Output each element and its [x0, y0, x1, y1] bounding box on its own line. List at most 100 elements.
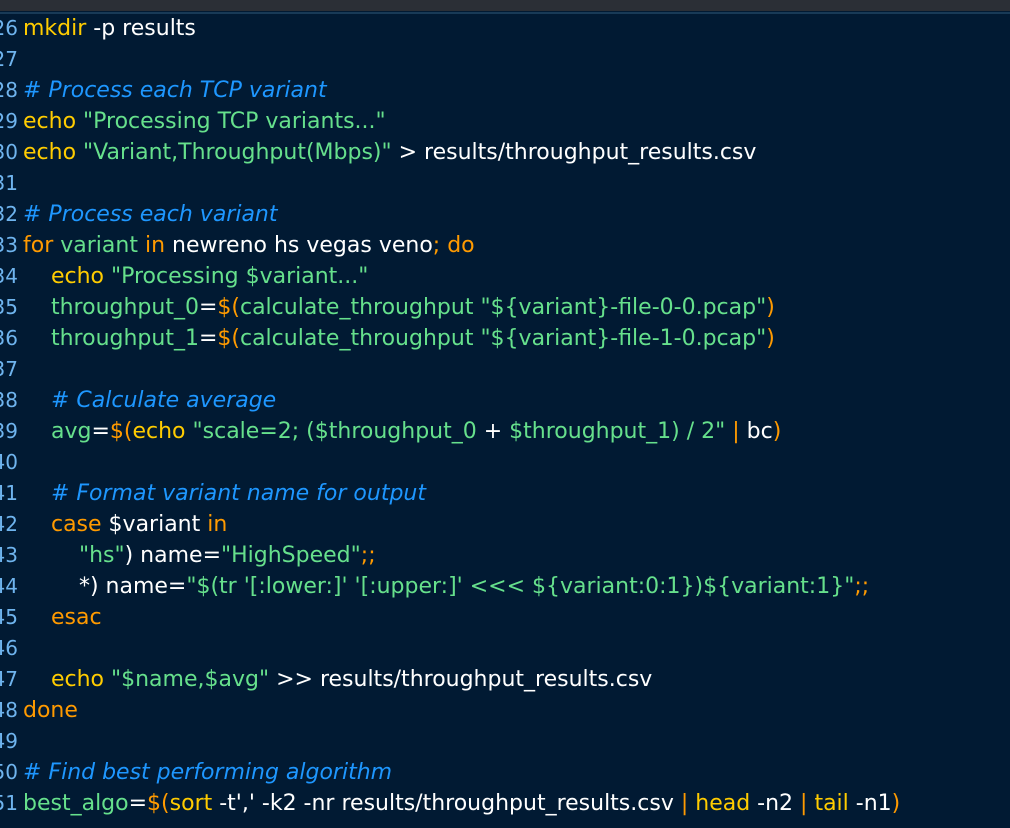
code-token: -p results: [86, 16, 196, 41]
code-text: # Format variant name for output: [23, 478, 426, 509]
code-token: # Process each variant: [23, 202, 278, 227]
code-text: throughput_1=$(calculate_throughput "${v…: [23, 323, 775, 354]
code-token: newreno hs vegas veno: [172, 233, 433, 258]
line-number: 40: [0, 450, 18, 474]
code-token: # Calculate average: [23, 388, 277, 413]
code-token: ): [766, 326, 775, 351]
line-number: 41: [0, 481, 18, 505]
code-text: # Process each variant: [23, 199, 278, 230]
code-token: |: [725, 419, 747, 444]
code-line[interactable]: 28# Process each TCP variant: [0, 75, 1010, 106]
code-line[interactable]: 31: [0, 168, 1010, 199]
code-token: in: [200, 512, 228, 537]
line-number: 29: [0, 109, 18, 133]
line-number: 44: [0, 574, 18, 598]
line-number: 47: [0, 667, 18, 691]
code-token: "Processing TCP variants...": [83, 109, 386, 134]
line-number: 35: [0, 295, 18, 319]
code-text: mkdir -p results: [23, 13, 196, 44]
code-text: # Find best performing algorithm: [23, 757, 392, 788]
code-token: ): [891, 791, 901, 816]
code-line[interactable]: 32# Process each variant: [0, 199, 1010, 230]
code-text: throughput_0=$(calculate_throughput "${v…: [23, 292, 775, 323]
code-token: ;;: [360, 543, 376, 568]
code-token: ) / 2": [671, 419, 726, 444]
code-token: > results/throughput_results.csv: [391, 140, 757, 165]
code-line[interactable]: 43 "hs") name="HighSpeed";;: [0, 540, 1010, 571]
code-token: done: [23, 698, 78, 723]
code-token: ;;: [854, 574, 870, 599]
line-number: 26: [0, 16, 18, 40]
code-token: esac: [23, 605, 102, 630]
code-token: # Format variant name for output: [23, 481, 426, 506]
code-token: =: [128, 791, 148, 816]
code-line[interactable]: 26mkdir -p results: [0, 13, 1010, 44]
code-token: "$name,$avg": [111, 667, 270, 692]
code-token: $(: [217, 295, 240, 320]
code-token: calculate_throughput: [239, 295, 481, 320]
code-token: -t',': [219, 791, 255, 816]
line-number: 50: [0, 760, 18, 784]
code-token: throughput_1: [23, 326, 199, 351]
code-token: sort: [169, 791, 220, 816]
code-line[interactable]: 42 case $variant in: [0, 509, 1010, 540]
code-token: =: [198, 295, 218, 320]
code-token: -n1: [855, 791, 892, 816]
code-text: best_algo=$(sort -t',' -k2 -nr results/t…: [23, 788, 900, 819]
code-text: # Process each TCP variant: [23, 75, 327, 106]
line-number: 45: [0, 605, 18, 629]
code-line[interactable]: 51best_algo=$(sort -t',' -k2 -nr results…: [0, 788, 1010, 819]
code-line[interactable]: 50# Find best performing algorithm: [0, 757, 1010, 788]
code-line[interactable]: 34 echo "Processing $variant...": [0, 261, 1010, 292]
code-token: $throughput_1: [509, 419, 672, 444]
code-line[interactable]: 45 esac: [0, 602, 1010, 633]
code-line[interactable]: 29echo "Processing TCP variants...": [0, 106, 1010, 137]
line-number: 31: [0, 171, 18, 195]
code-token: echo: [23, 140, 84, 165]
line-number: 32: [0, 202, 18, 226]
code-token: calculate_throughput: [239, 326, 481, 351]
tab-strip[interactable]: [0, 0, 1010, 11]
code-token: echo: [132, 419, 193, 444]
code-text: case $variant in: [23, 509, 227, 540]
code-token: "$(tr '[:lower:]' '[:upper:]' <<< ${vari…: [186, 574, 855, 599]
code-line[interactable]: 37: [0, 354, 1010, 385]
code-line[interactable]: 36 throughput_1=$(calculate_throughput "…: [0, 323, 1010, 354]
code-line[interactable]: 48done: [0, 695, 1010, 726]
code-token: bc: [746, 419, 773, 444]
code-line[interactable]: 44 *) name="$(tr '[:lower:]' '[:upper:]'…: [0, 571, 1010, 602]
line-number: 49: [0, 729, 18, 753]
code-line[interactable]: 33for variant in newreno hs vegas veno; …: [0, 230, 1010, 261]
code-line[interactable]: 41 # Format variant name for output: [0, 478, 1010, 509]
code-token: throughput_0: [23, 295, 199, 320]
code-line[interactable]: 27: [0, 44, 1010, 75]
code-text: echo "Processing $variant...": [23, 261, 368, 292]
code-token: head: [695, 791, 758, 816]
code-line[interactable]: 47 echo "$name,$avg" >> results/throughp…: [0, 664, 1010, 695]
line-number: 42: [0, 512, 18, 536]
code-token: "scale=2; (: [192, 419, 315, 444]
code-token: >> results/throughput_results.csv: [269, 667, 653, 692]
line-number: 46: [0, 636, 18, 660]
code-token: ; do: [432, 233, 475, 258]
code-token: "Processing $variant...": [111, 264, 369, 289]
code-token: $(: [109, 419, 133, 444]
code-editor[interactable]: 26mkdir -p results2728# Process each TCP…: [0, 13, 1010, 819]
code-line[interactable]: 38 # Calculate average: [0, 385, 1010, 416]
code-token: echo: [23, 667, 111, 692]
code-line[interactable]: 30echo "Variant,Throughput(Mbps)" > resu…: [0, 137, 1010, 168]
code-line[interactable]: 35 throughput_0=$(calculate_throughput "…: [0, 292, 1010, 323]
code-token: for: [23, 233, 61, 258]
code-token: "HighSpeed": [221, 543, 361, 568]
line-number: 27: [0, 47, 18, 71]
code-token: echo: [23, 109, 84, 134]
line-number: 30: [0, 140, 18, 164]
code-text: for variant in newreno hs vegas veno; do: [23, 230, 475, 261]
code-line[interactable]: 49: [0, 726, 1010, 757]
code-line[interactable]: 39 avg=$(echo "scale=2; ($throughput_0 +…: [0, 416, 1010, 447]
code-token: "${variant}-file-1-0.pcap": [480, 326, 767, 351]
code-line[interactable]: 40: [0, 447, 1010, 478]
code-token: echo: [23, 264, 111, 289]
code-line[interactable]: 46: [0, 633, 1010, 664]
code-token: "${variant}-file-0-0.pcap": [480, 295, 767, 320]
